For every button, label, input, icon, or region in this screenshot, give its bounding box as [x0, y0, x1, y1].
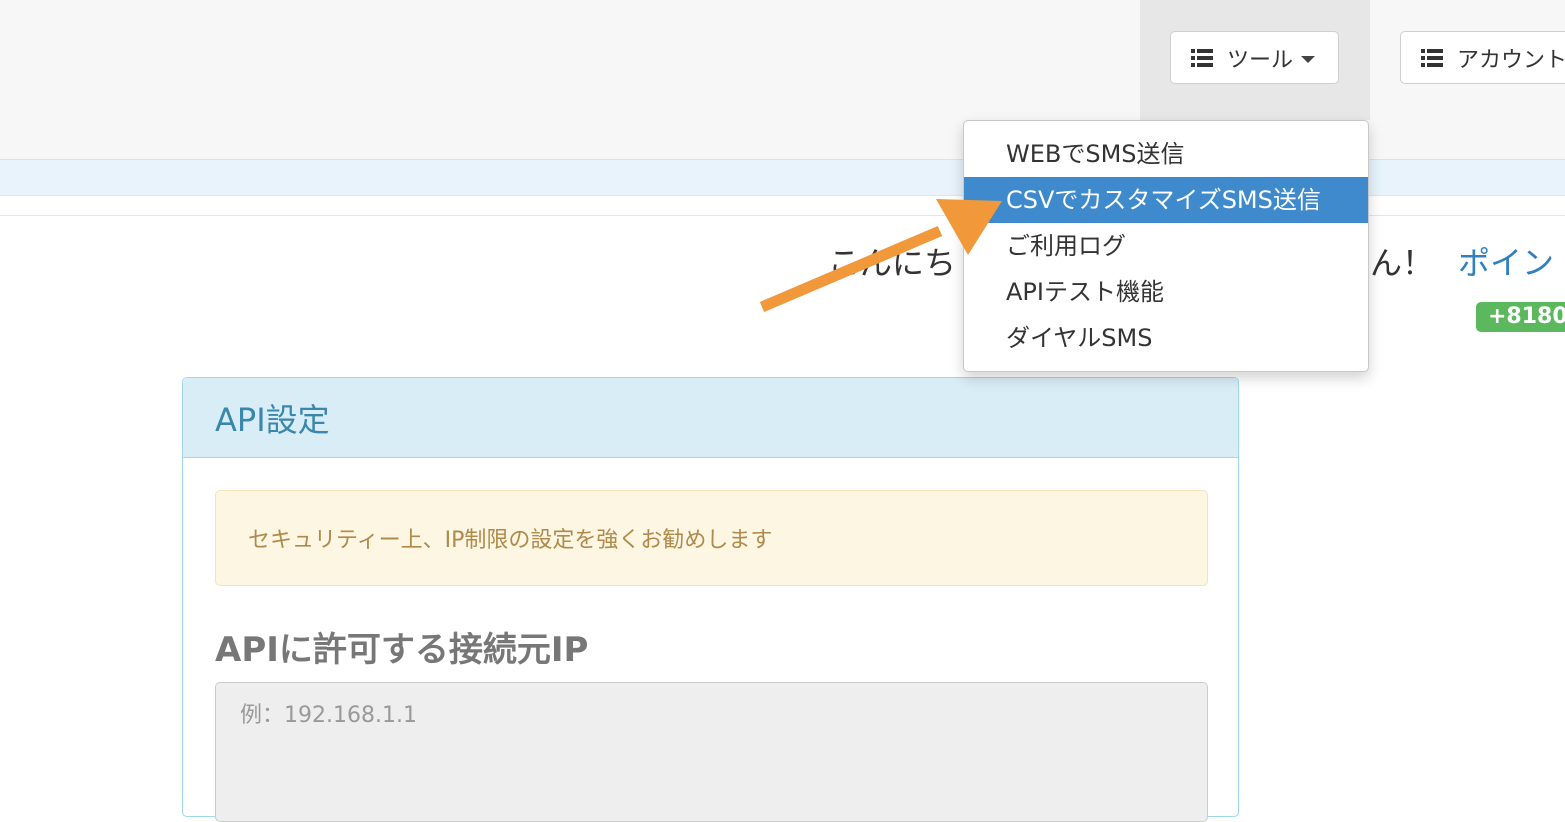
security-alert: セキュリティー上、IP制限の設定を強くお勧めします — [215, 490, 1208, 586]
allowed-ip-label: APIに許可する接続元IP — [215, 630, 589, 670]
phone-badge: +8180 — [1476, 302, 1565, 332]
menu-item-csv-sms[interactable]: CSVでカスタマイズSMS送信 — [964, 177, 1368, 223]
menu-item-web-sms[interactable]: WEBでSMS送信 — [964, 131, 1368, 177]
api-settings-panel: API設定 セキュリティー上、IP制限の設定を強くお勧めします APIに許可する… — [182, 377, 1239, 822]
greeting-text: こんにち — [828, 244, 957, 282]
allowed-ip-input[interactable] — [215, 682, 1208, 822]
menu-item-api-test[interactable]: APIテスト機能 — [964, 269, 1368, 315]
menu-item-dial-sms[interactable]: ダイヤルSMS — [964, 315, 1368, 361]
list-icon — [1421, 48, 1443, 67]
tools-menu-label: ツール — [1227, 47, 1294, 73]
tools-dropdown-menu: WEBでSMS送信 CSVでカスタマイズSMS送信 ご利用ログ APIテスト機能… — [963, 120, 1369, 372]
list-icon — [1191, 48, 1213, 67]
menu-item-usage-log[interactable]: ご利用ログ — [964, 223, 1368, 269]
points-link[interactable]: ポイン — [1458, 238, 1554, 284]
account-menu-label: アカウント — [1457, 47, 1565, 73]
caret-down-icon — [1301, 55, 1316, 63]
greeting-suffix: ん！ — [1370, 244, 1435, 282]
panel-title: API設定 — [183, 378, 1238, 458]
tools-menu-button[interactable]: ツール — [1170, 31, 1339, 84]
account-menu-button[interactable]: アカウント — [1400, 31, 1565, 84]
